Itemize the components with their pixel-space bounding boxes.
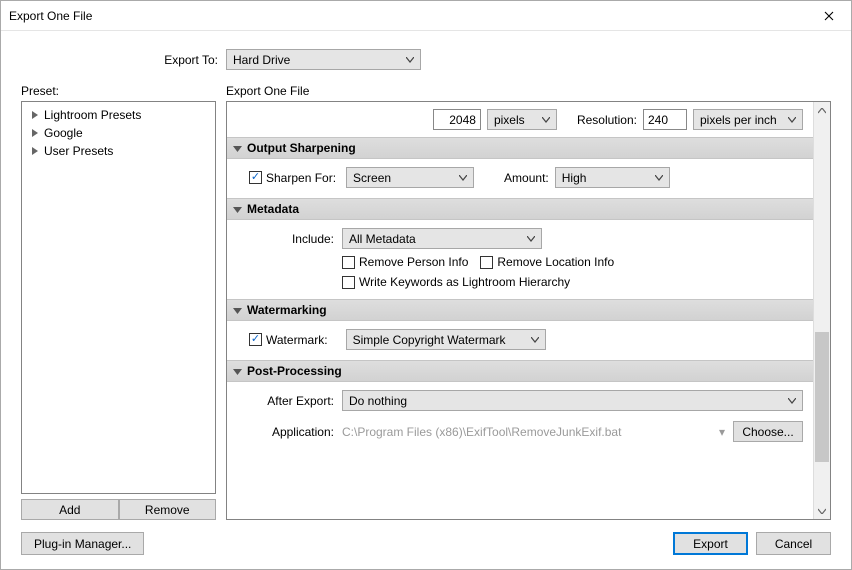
preset-item[interactable]: Lightroom Presets — [24, 106, 213, 124]
chevron-down-icon — [531, 337, 539, 343]
titlebar: Export One File — [1, 1, 851, 31]
preset-item-label: User Presets — [44, 144, 113, 158]
remove-person-label: Remove Person Info — [359, 255, 468, 269]
triangle-right-icon — [30, 147, 40, 155]
scroll-down-icon[interactable] — [814, 502, 830, 519]
resolution-unit-select[interactable]: pixels per inch — [693, 109, 803, 130]
cancel-button[interactable]: Cancel — [756, 532, 831, 555]
section-post-processing[interactable]: Post-Processing — [227, 360, 813, 382]
choose-button[interactable]: Choose... — [733, 421, 803, 442]
add-preset-button[interactable]: Add — [21, 499, 119, 520]
export-to-select[interactable]: Hard Drive — [226, 49, 421, 70]
preset-item[interactable]: User Presets — [24, 142, 213, 160]
sharpen-for-label: Sharpen For: — [266, 171, 336, 185]
plugin-manager-button[interactable]: Plug-in Manager... — [21, 532, 144, 555]
preset-label: Preset: — [21, 84, 216, 98]
export-to-label: Export To: — [21, 53, 226, 67]
watermark-select[interactable]: Simple Copyright Watermark — [346, 329, 546, 350]
triangle-down-icon — [233, 205, 242, 214]
resolution-label: Resolution: — [577, 113, 637, 127]
write-keywords-label: Write Keywords as Lightroom Hierarchy — [359, 275, 570, 289]
section-metadata[interactable]: Metadata — [227, 198, 813, 220]
application-label: Application: — [237, 425, 342, 439]
size-input[interactable] — [433, 109, 481, 130]
chevron-down-icon — [655, 175, 663, 181]
include-label: Include: — [237, 232, 342, 246]
chevron-down-icon — [527, 236, 535, 242]
chevron-down-icon: ▾ — [719, 425, 725, 439]
remove-person-checkbox[interactable] — [342, 256, 355, 269]
resolution-input[interactable] — [643, 109, 687, 130]
chevron-down-icon — [542, 117, 550, 123]
triangle-right-icon — [30, 111, 40, 119]
triangle-down-icon — [233, 306, 242, 315]
section-output-sharpening[interactable]: Output Sharpening — [227, 137, 813, 159]
preset-item-label: Google — [44, 126, 83, 140]
after-export-select[interactable]: Do nothing — [342, 390, 803, 411]
triangle-down-icon — [233, 367, 242, 376]
export-to-value: Hard Drive — [233, 53, 290, 67]
write-keywords-checkbox[interactable] — [342, 276, 355, 289]
export-dialog: Export One File Export To: Hard Drive Pr… — [0, 0, 852, 570]
remove-preset-button[interactable]: Remove — [119, 499, 217, 520]
remove-location-label: Remove Location Info — [497, 255, 614, 269]
scrollbar-thumb[interactable] — [815, 332, 829, 462]
remove-location-checkbox[interactable] — [480, 256, 493, 269]
section-watermarking[interactable]: Watermarking — [227, 299, 813, 321]
settings-scrollarea: pixels Resolution: pixels per inch Outpu… — [227, 102, 813, 519]
preset-item-label: Lightroom Presets — [44, 108, 141, 122]
size-unit-select[interactable]: pixels — [487, 109, 557, 130]
close-button[interactable] — [806, 2, 851, 30]
amount-label: Amount: — [504, 171, 549, 185]
settings-label: Export One File — [226, 84, 831, 98]
include-select[interactable]: All Metadata — [342, 228, 542, 249]
chevron-down-icon — [459, 175, 467, 181]
preset-list[interactable]: Lightroom Presets Google User Presets — [21, 101, 216, 494]
triangle-down-icon — [233, 144, 242, 153]
watermark-checkbox[interactable] — [249, 333, 262, 346]
chevron-down-icon — [406, 57, 414, 63]
chevron-down-icon — [788, 398, 796, 404]
sharpen-for-select[interactable]: Screen — [346, 167, 474, 188]
chevron-down-icon — [788, 117, 796, 123]
scrollbar[interactable] — [813, 102, 830, 519]
sharpen-for-checkbox[interactable] — [249, 171, 262, 184]
close-icon — [824, 11, 834, 21]
window-title: Export One File — [9, 9, 806, 23]
scroll-up-icon[interactable] — [814, 102, 830, 119]
application-path: C:\Program Files (x86)\ExifTool\RemoveJu… — [342, 425, 711, 439]
amount-select[interactable]: High — [555, 167, 670, 188]
after-export-label: After Export: — [237, 394, 342, 408]
watermark-label: Watermark: — [266, 333, 328, 347]
preset-item[interactable]: Google — [24, 124, 213, 142]
export-button[interactable]: Export — [673, 532, 748, 555]
triangle-right-icon — [30, 129, 40, 137]
